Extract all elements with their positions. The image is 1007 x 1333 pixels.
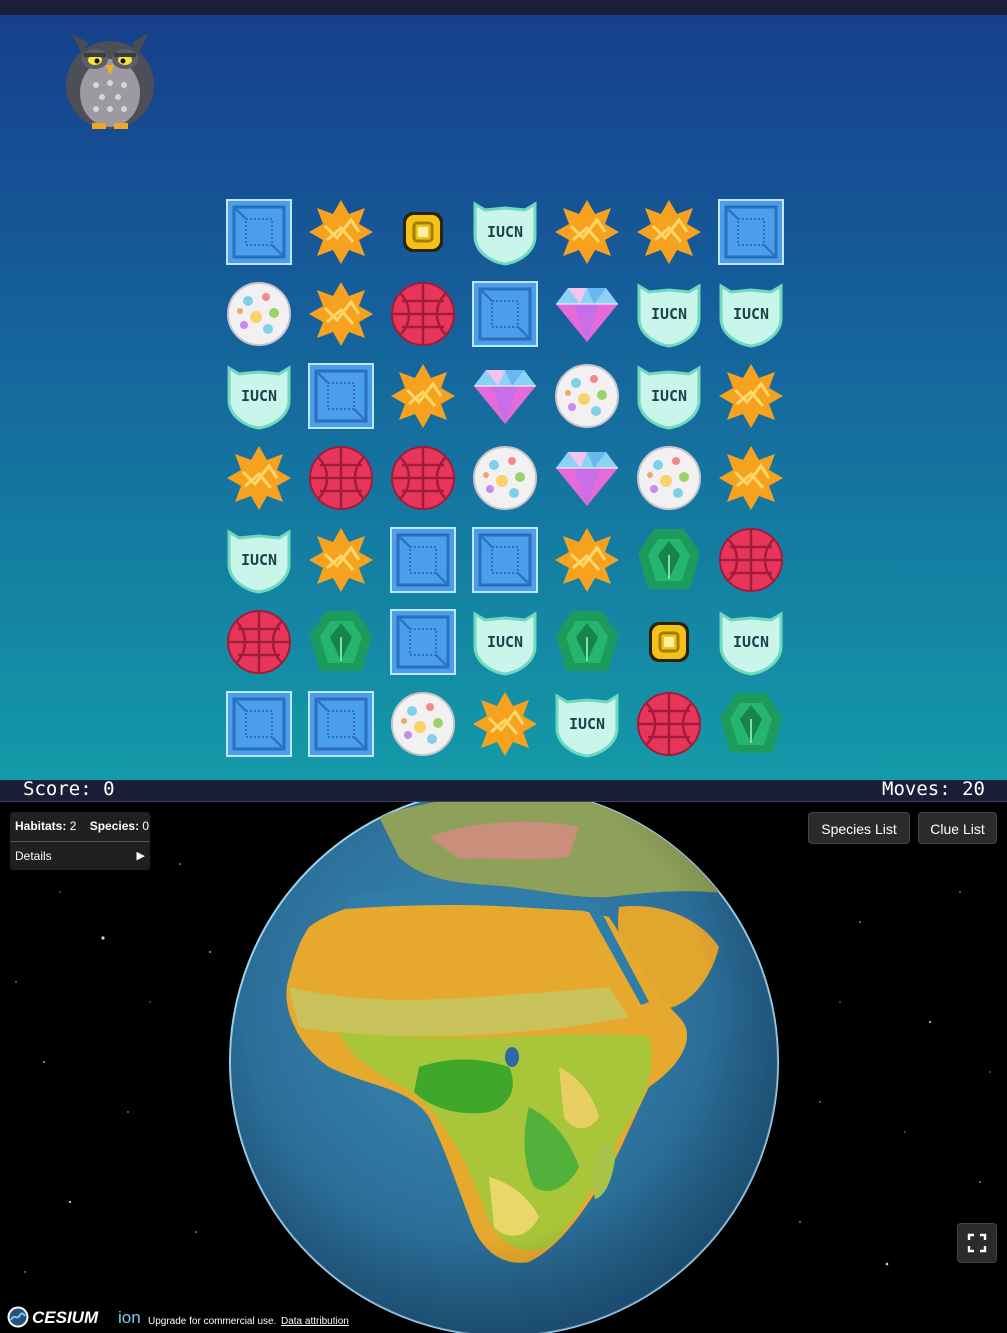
tile-ball-icon[interactable]: [382, 273, 464, 355]
fullscreen-button[interactable]: [957, 1223, 997, 1263]
tile-iucn-icon[interactable]: IUCN: [464, 191, 546, 273]
tile-star-icon[interactable]: [464, 683, 546, 765]
tile-box-icon[interactable]: [464, 273, 546, 355]
tile-star-icon[interactable]: [382, 355, 464, 437]
logo-lettering-ion: ion: [118, 1308, 141, 1327]
match-three-game: IUCN IUCN IUCN IUCN IUCN IUCN IUCN IUCN IUCN: [0, 15, 1007, 780]
fullscreen-icon: [967, 1233, 987, 1253]
globe-viewer[interactable]: Habitats: 2 Species: 0 Details ▶ Species…: [0, 802, 1007, 1333]
tile-emerald-icon[interactable]: [546, 601, 628, 683]
tile-egg-icon[interactable]: [382, 683, 464, 765]
upgrade-text: Upgrade for commercial use.: [148, 1316, 277, 1327]
details-toggle[interactable]: Details ▶: [15, 849, 145, 863]
tile-ball-icon[interactable]: [300, 437, 382, 519]
tile-box-icon[interactable]: [218, 683, 300, 765]
tile-ball-icon[interactable]: [628, 683, 710, 765]
score-label: Score: 0: [23, 778, 115, 800]
tile-gem-icon[interactable]: [546, 273, 628, 355]
svg-text:IUCN: IUCN: [487, 633, 523, 651]
tile-gem-icon[interactable]: [546, 437, 628, 519]
cesium-ion-logo: CESIUM ion: [7, 1306, 141, 1328]
divider: [10, 841, 150, 842]
details-label: Details: [15, 849, 52, 863]
tile-box-icon[interactable]: [710, 191, 792, 273]
tile-ball-icon[interactable]: [218, 601, 300, 683]
tile-star-icon[interactable]: [300, 273, 382, 355]
tile-box-icon[interactable]: [300, 683, 382, 765]
tile-box-icon[interactable]: [382, 519, 464, 601]
tile-iucn-icon[interactable]: IUCN: [464, 601, 546, 683]
tile-egg-icon[interactable]: [464, 437, 546, 519]
svg-text:IUCN: IUCN: [241, 387, 277, 405]
tile-box-icon[interactable]: [218, 191, 300, 273]
svg-text:IUCN: IUCN: [651, 305, 687, 323]
species-label: Species:: [89, 819, 140, 833]
tile-egg-icon[interactable]: [546, 355, 628, 437]
tile-egg-icon[interactable]: [628, 437, 710, 519]
logo-lettering: CESIUM: [32, 1308, 99, 1327]
tile-iucn-icon[interactable]: IUCN: [546, 683, 628, 765]
chevron-right-icon: ▶: [136, 850, 145, 862]
habitats-label: Habitats:: [15, 819, 67, 833]
tile-iucn-icon[interactable]: IUCN: [710, 601, 792, 683]
tile-star-icon[interactable]: [710, 355, 792, 437]
svg-text:IUCN: IUCN: [241, 551, 277, 569]
owl-icon: [62, 23, 158, 131]
tile-ball-icon[interactable]: [710, 519, 792, 601]
tile-star-icon[interactable]: [300, 519, 382, 601]
moves-label: Moves: 20: [882, 778, 985, 800]
svg-text:IUCN: IUCN: [733, 633, 769, 651]
game-board: IUCN IUCN IUCN IUCN IUCN IUCN IUCN IUCN IUCN: [218, 191, 792, 765]
tile-emerald-icon[interactable]: [628, 519, 710, 601]
tile-star-icon[interactable]: [710, 437, 792, 519]
tile-ball-icon[interactable]: [382, 437, 464, 519]
tile-coin-icon[interactable]: [382, 191, 464, 273]
tile-box-icon[interactable]: [464, 519, 546, 601]
habitats-value: 2: [69, 819, 77, 833]
tile-star-icon[interactable]: [546, 191, 628, 273]
tile-gem-icon[interactable]: [464, 355, 546, 437]
tile-box-icon[interactable]: [300, 355, 382, 437]
tile-iucn-icon[interactable]: IUCN: [710, 273, 792, 355]
tile-iucn-icon[interactable]: IUCN: [628, 273, 710, 355]
species-value: 0: [142, 819, 150, 833]
tile-iucn-icon[interactable]: IUCN: [218, 355, 300, 437]
tile-star-icon[interactable]: [546, 519, 628, 601]
data-attribution-link[interactable]: Data attribution: [281, 1316, 349, 1327]
tile-star-icon[interactable]: [628, 191, 710, 273]
tile-egg-icon[interactable]: [218, 273, 300, 355]
tile-star-icon[interactable]: [300, 191, 382, 273]
top-bar: [0, 0, 1007, 15]
clue-list-button[interactable]: Clue List: [918, 812, 997, 844]
status-bar: Score: 0 Moves: 20: [0, 780, 1007, 802]
stats-row: Habitats: 2 Species: 0: [15, 819, 149, 833]
tile-iucn-icon[interactable]: IUCN: [628, 355, 710, 437]
svg-text:IUCN: IUCN: [651, 387, 687, 405]
svg-text:IUCN: IUCN: [733, 305, 769, 323]
tile-iucn-icon[interactable]: IUCN: [218, 519, 300, 601]
svg-text:IUCN: IUCN: [569, 715, 605, 733]
info-panel: Habitats: 2 Species: 0 Details ▶: [10, 812, 150, 870]
svg-text:IUCN: IUCN: [487, 223, 523, 241]
tile-emerald-icon[interactable]: [710, 683, 792, 765]
tile-star-icon[interactable]: [218, 437, 300, 519]
tile-coin-icon[interactable]: [628, 601, 710, 683]
earth-globe[interactable]: [229, 802, 779, 1333]
tile-emerald-icon[interactable]: [300, 601, 382, 683]
species-list-button[interactable]: Species List: [808, 812, 910, 844]
tile-box-icon[interactable]: [382, 601, 464, 683]
